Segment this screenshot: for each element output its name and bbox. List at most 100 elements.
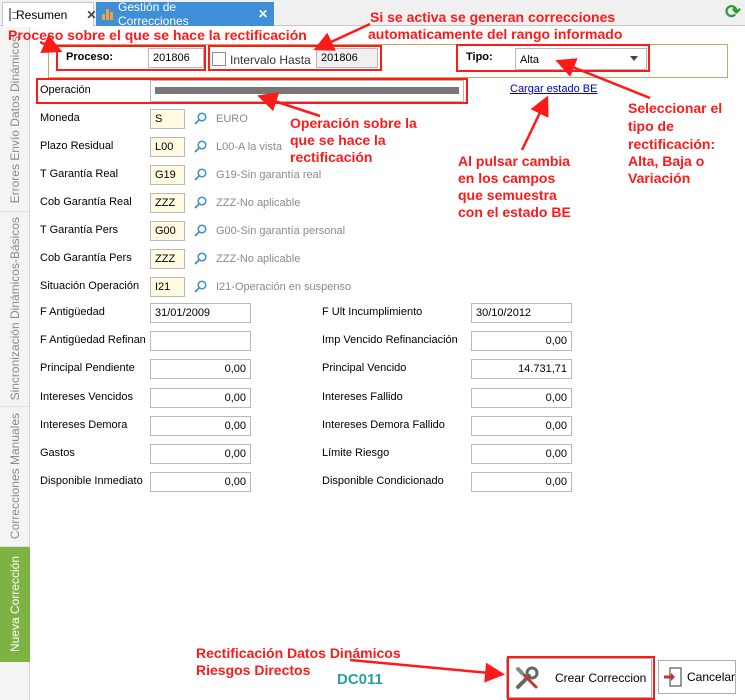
annotation-intervalo-2: automaticamente del rango informado — [368, 26, 623, 42]
annotation-tipo-4: Alta, Baja o — [628, 153, 705, 169]
annotation-tipo-3: rectificación: — [628, 136, 716, 152]
exit-door-icon — [662, 666, 684, 688]
annotation-operacion-3: rectificación — [290, 149, 373, 165]
cancelar-button[interactable]: Cancelar — [658, 660, 736, 694]
lookup-code-field[interactable]: L00 — [150, 137, 185, 157]
annotation-operacion-1: Operación sobre la — [290, 115, 417, 131]
lookup-code-field[interactable]: ZZZ — [150, 193, 185, 213]
lookup-description: ZZZ-No aplicable — [216, 253, 301, 265]
lookup-code-field[interactable]: ZZZ — [150, 249, 185, 269]
tab-gestion-correcciones[interactable]: Gestión de Correcciones ✕ — [96, 0, 274, 28]
lookup-description: EURO — [216, 113, 248, 125]
tab-resumen[interactable]: Resumen ✕ — [2, 2, 96, 26]
lookup-label: T Garantía Pers — [40, 224, 119, 236]
field-value[interactable]: 0,00 — [471, 416, 572, 436]
annotation-cargar-4: con el estado BE — [458, 204, 571, 220]
lookup-label: Moneda — [40, 112, 80, 124]
field-label: Principal Pendiente — [40, 362, 135, 374]
side-tab-correcciones-manuales[interactable]: Correcciones Manuales — [0, 407, 30, 547]
lookup-code-field[interactable]: S — [150, 109, 185, 129]
field-value[interactable]: 14.731,71 — [471, 359, 572, 379]
field-label: Intereses Demora — [40, 419, 128, 431]
annotation-cargar-3: que semuestra — [458, 187, 557, 203]
lookup-description: I21-Operación en suspenso — [216, 281, 352, 293]
annotation-bottom-2: Riesgos Directos — [196, 662, 311, 678]
field-label: F Ult Incumplimiento — [322, 306, 423, 318]
field-value[interactable]: 0,00 — [150, 444, 251, 464]
proceso-highlight — [56, 45, 206, 71]
annotation-cargar-1: Al pulsar cambia — [458, 153, 571, 169]
intervalo-highlight — [208, 45, 382, 71]
field-label: Gastos — [40, 447, 75, 459]
lookup-description: ZZZ-No aplicable — [216, 197, 301, 209]
annotation-bottom-1: Rectificación Datos Dinámicos — [196, 645, 401, 661]
search-icon[interactable] — [194, 196, 207, 209]
cargar-estado-be-link[interactable]: Cargar estado BE — [510, 83, 597, 95]
tab-resumen-label: Resumen — [16, 7, 68, 22]
search-icon[interactable] — [194, 280, 207, 293]
side-tab-sincronizacion[interactable]: Sincronización Dinámicos-Básicos — [0, 212, 30, 407]
search-icon[interactable] — [194, 252, 207, 265]
lookup-code-field[interactable]: I21 — [150, 277, 185, 297]
lookup-label: Plazo Residual — [40, 140, 114, 152]
lookup-description: L00-A la vista — [216, 141, 283, 153]
field-value[interactable]: 0,00 — [150, 359, 251, 379]
search-icon[interactable] — [194, 168, 207, 181]
field-value[interactable]: 31/01/2009 — [150, 303, 251, 323]
lookup-label: Cob Garantía Pers — [40, 252, 132, 264]
lookup-description: G00-Sin garantía personal — [216, 225, 346, 237]
cancelar-label: Cancelar — [687, 670, 736, 684]
annotation-tipo-2: tipo de — [628, 118, 674, 134]
screen-code: DC011 — [337, 671, 383, 688]
field-label: Intereses Fallido — [322, 391, 403, 403]
field-label: Imp Vencido Refinanciación — [322, 334, 458, 346]
chart-bars-icon — [102, 8, 113, 20]
side-tab-label: Errores Envío Datos Dinámicos — [8, 35, 22, 204]
side-tab-label: Nueva Corrección — [8, 556, 22, 653]
annotation-operacion-2: que se hace la — [290, 132, 386, 148]
field-value[interactable] — [150, 331, 251, 351]
field-value[interactable]: 30/10/2012 — [471, 303, 572, 323]
field-value[interactable]: 0,00 — [471, 472, 572, 492]
field-value[interactable]: 0,00 — [471, 331, 572, 351]
lookup-code-field[interactable]: G19 — [150, 165, 185, 185]
field-label: Intereses Vencidos — [40, 391, 133, 403]
search-icon[interactable] — [194, 224, 207, 237]
annotation-intervalo-1: Si se activa se generan correcciones — [370, 9, 616, 25]
lookup-label: Cob Garantía Real — [40, 196, 132, 208]
field-label: Límite Riesgo — [322, 447, 390, 459]
document-icon — [9, 8, 17, 21]
refresh-icon[interactable]: ⟳ — [723, 3, 743, 23]
field-value[interactable]: 0,00 — [471, 444, 572, 464]
field-label: Intereses Demora Fallido — [322, 419, 445, 431]
field-value[interactable]: 0,00 — [471, 388, 572, 408]
field-label: Disponible Inmediato — [40, 475, 143, 487]
crear-highlight — [507, 656, 655, 700]
tipo-highlight — [456, 44, 650, 72]
lookup-description: G19-Sin garantía real — [216, 169, 322, 181]
search-icon[interactable] — [194, 112, 207, 125]
annotation-proceso: Proceso sobre el que se hace la rectific… — [8, 27, 307, 43]
close-icon[interactable]: ✕ — [258, 7, 268, 21]
field-label: Principal Vencido — [322, 362, 407, 374]
field-label: F Antigüedad Refinan — [40, 334, 146, 346]
annotation-tipo-1: Seleccionar el — [628, 100, 723, 116]
side-tab-label: Correcciones Manuales — [8, 413, 22, 540]
operacion-highlight — [36, 78, 468, 104]
side-tab-errores[interactable]: Errores Envío Datos Dinámicos — [0, 28, 30, 212]
annotation-cargar-2: en los campos — [458, 170, 556, 186]
annotation-tipo-5: Variación — [628, 170, 691, 186]
field-value[interactable]: 0,00 — [150, 388, 251, 408]
field-value[interactable]: 0,00 — [150, 472, 251, 492]
lookup-label: T Garantía Real — [40, 168, 119, 180]
side-tab-label: Sincronización Dinámicos-Básicos — [8, 217, 22, 401]
search-icon[interactable] — [194, 140, 207, 153]
field-value[interactable]: 0,00 — [150, 416, 251, 436]
field-label: Disponible Condicionado — [322, 475, 444, 487]
side-tab-nueva-correccion[interactable]: Nueva Corrección — [0, 547, 30, 662]
tab-gestion-label: Gestión de Correcciones — [118, 0, 189, 28]
lookup-label: Situación Operación — [40, 280, 140, 292]
field-label: F Antigüedad — [40, 306, 105, 318]
lookup-code-field[interactable]: G00 — [150, 221, 185, 241]
close-icon[interactable]: ✕ — [86, 8, 96, 22]
